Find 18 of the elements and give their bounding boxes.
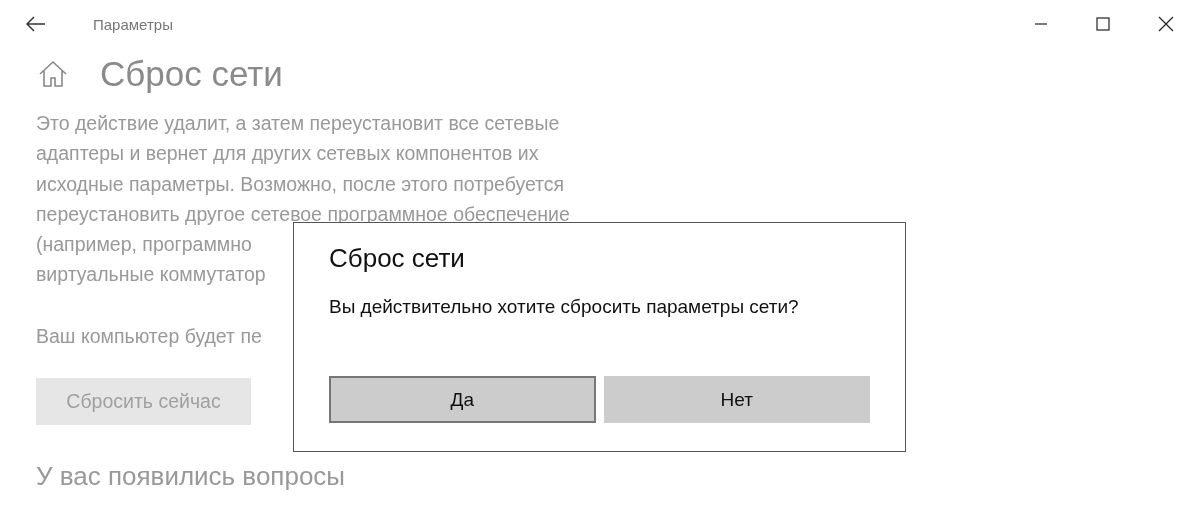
description-text: переустановить другое сетевое программное обеспечение [36, 201, 570, 227]
dialog-button[interactable]: Нет [603, 376, 870, 423]
description-text: адаптеры и вернет для других сетевых компонентов их [36, 141, 539, 167]
window-title: Параметры [93, 15, 173, 33]
description-text: исходные параметры. Возможно, после этого потребуется [36, 171, 565, 197]
maximize-icon[interactable] [1096, 17, 1110, 31]
close-icon[interactable] [1158, 16, 1174, 32]
dialog-message: Вы действительно хотите сбросить параметры сети? [329, 296, 800, 318]
description-text: виртуальные коммутатор [36, 262, 266, 288]
page-title: Сброс сети [100, 54, 283, 94]
description-text: Это действие удалит, а затем переустановит все сетевые [36, 111, 560, 136]
dialog-button[interactable]: Да [329, 376, 596, 423]
dialog-title: Сброс сети [329, 243, 466, 274]
home-icon[interactable] [38, 60, 68, 88]
section-heading: У вас появились вопросы [36, 460, 346, 492]
note-text: Ваш компьютер будет пе [36, 324, 262, 348]
description-text: (например, программно [36, 232, 252, 258]
back-arrow-icon[interactable] [26, 16, 46, 32]
